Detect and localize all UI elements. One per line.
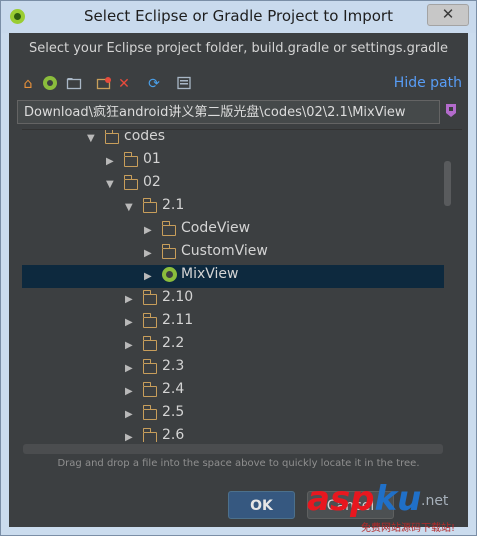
tree-node[interactable]: ▶ 2.10 xyxy=(22,288,444,311)
collapsed-arrow-icon[interactable]: ▶ xyxy=(125,294,133,305)
tree-node[interactable]: ▼ 2.1 xyxy=(22,196,444,219)
close-button[interactable]: ✕ xyxy=(427,4,469,26)
tree-node-label: CustomView xyxy=(181,243,268,259)
file-chooser-toolbar: ⌂ ✕ ⟳ Hide path xyxy=(17,73,462,95)
new-folder-icon[interactable] xyxy=(65,75,83,93)
ok-button[interactable]: OK xyxy=(228,491,295,519)
collapsed-arrow-icon[interactable]: ▶ xyxy=(144,225,152,236)
collapsed-arrow-icon[interactable]: ▶ xyxy=(125,409,133,420)
folder-icon xyxy=(105,130,119,144)
tree-node-label: 2.5 xyxy=(162,404,185,420)
tree-node[interactable]: ▶ MixView xyxy=(22,265,444,288)
tree-node-label: codes xyxy=(124,129,166,144)
folder-icon xyxy=(143,382,157,397)
delete-icon[interactable]: ✕ xyxy=(115,75,133,93)
tree-node[interactable]: ▶ 2.5 xyxy=(22,403,444,426)
expanded-arrow-icon[interactable]: ▼ xyxy=(125,202,133,213)
tree-node-label: 2.4 xyxy=(162,381,185,397)
collapsed-arrow-icon[interactable]: ▶ xyxy=(125,317,133,328)
tree-node-label: 01 xyxy=(143,151,161,167)
site-watermark: aspku .net 免费网站源码下载站! xyxy=(301,479,473,535)
tree-node-label: 2.2 xyxy=(162,335,185,351)
path-history-icon[interactable] xyxy=(444,103,459,119)
instruction-text: Select your Eclipse project folder, buil… xyxy=(28,41,449,56)
folder-icon xyxy=(143,290,157,305)
title-bar: Select Eclipse or Gradle Project to Impo… xyxy=(1,1,476,33)
watermark-logo: aspku xyxy=(307,479,422,519)
show-hidden-icon[interactable] xyxy=(175,75,193,93)
tree-node[interactable]: ▶ CustomView xyxy=(22,242,444,265)
folder-icon xyxy=(124,175,138,190)
folder-icon xyxy=(143,405,157,420)
collapsed-arrow-icon[interactable]: ▶ xyxy=(106,156,114,167)
tree-node[interactable]: ▶ 2.11 xyxy=(22,311,444,334)
expanded-arrow-icon[interactable]: ▼ xyxy=(106,179,114,190)
watermark-tagline: 免费网站源码下载站! xyxy=(361,523,456,534)
tree-node[interactable]: ▶ 2.4 xyxy=(22,380,444,403)
tree-node-label: 2.1 xyxy=(162,197,185,213)
folder-icon xyxy=(162,244,176,259)
tree-node[interactable]: ▶ 2.3 xyxy=(22,357,444,380)
collapsed-arrow-icon[interactable]: ▶ xyxy=(125,386,133,397)
sync-icon[interactable]: ⟳ xyxy=(145,75,163,93)
tree-node[interactable]: ▶ 2.2 xyxy=(22,334,444,357)
home-icon[interactable]: ⌂ xyxy=(19,75,37,93)
tree-horizontal-scrollbar[interactable] xyxy=(23,444,443,454)
folder-icon xyxy=(143,359,157,374)
tree-node-label: 2.11 xyxy=(162,312,194,328)
drag-drop-hint: Drag and drop a file into the space abov… xyxy=(57,458,420,469)
tree-node[interactable]: ▶ CodeView xyxy=(22,219,444,242)
folder-icon xyxy=(143,198,157,213)
path-input[interactable]: Download\疯狂android讲义第二版光盘\codes\02\2.1\M… xyxy=(17,100,440,124)
tree-node-label: 2.6 xyxy=(162,427,185,443)
android-module-icon[interactable] xyxy=(41,75,59,93)
import-window: Select Eclipse or Gradle Project to Impo… xyxy=(0,0,477,536)
tree-node[interactable]: ▼ codes xyxy=(22,129,444,150)
refresh-folder-icon[interactable] xyxy=(95,75,113,93)
collapsed-arrow-icon[interactable]: ▶ xyxy=(125,363,133,374)
tree-node[interactable]: ▼ 02 xyxy=(22,173,444,196)
tree-node-label: 2.10 xyxy=(162,289,194,305)
folder-icon xyxy=(162,221,176,236)
tree-node-label: 2.3 xyxy=(162,358,185,374)
window-title: Select Eclipse or Gradle Project to Impo… xyxy=(84,7,393,25)
file-tree[interactable]: ▼ codes ▶ 01 ▼ 02 ▼ 2.1 ▶ CodeView ▶ CustomView ▶ Mix… xyxy=(22,129,462,455)
collapsed-arrow-icon[interactable]: ▶ xyxy=(125,340,133,351)
android-module-icon xyxy=(162,267,177,282)
collapsed-arrow-icon[interactable]: ▶ xyxy=(144,248,152,259)
hide-path-link[interactable]: Hide path xyxy=(394,75,462,91)
folder-icon xyxy=(143,336,157,351)
tree-node-label: 02 xyxy=(143,174,161,190)
collapsed-arrow-icon[interactable]: ▶ xyxy=(144,271,152,282)
dialog-body: Select your Eclipse project folder, buil… xyxy=(9,33,468,527)
tree-node[interactable]: ▶ 01 xyxy=(22,150,444,173)
expanded-arrow-icon[interactable]: ▼ xyxy=(87,133,95,144)
tree-node-label: CodeView xyxy=(181,220,251,236)
folder-icon xyxy=(143,313,157,328)
watermark-domain: .net xyxy=(421,493,449,509)
tree-vertical-scrollbar[interactable] xyxy=(444,161,451,206)
folder-icon xyxy=(124,152,138,167)
tree-node-label: MixView xyxy=(181,266,239,282)
